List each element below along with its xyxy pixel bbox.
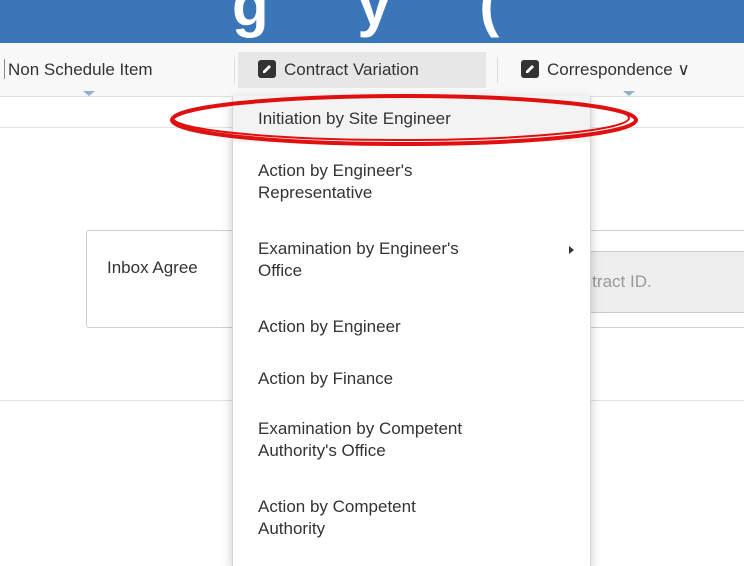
menu-item-label-line: Authority's Office	[258, 441, 386, 460]
edit-icon	[258, 60, 276, 78]
menu-item-initiation-by-site-engineer[interactable]: Initiation by Site Engineer	[233, 96, 590, 142]
menu-item-examination-by-competent-authoritys-office[interactable]: Examination by Competent Authority's Off…	[233, 418, 590, 462]
menu-item-label: Action by Engineer	[258, 317, 401, 336]
nav-caret-marker	[83, 91, 95, 96]
nav-divider-mark	[4, 59, 5, 79]
menu-item-label-line: Examination by Engineer's	[258, 239, 459, 258]
edit-icon	[521, 60, 539, 78]
nav-item-label: Contract Variation	[284, 60, 419, 79]
nav-item-label: Non Schedule Item	[8, 60, 153, 79]
inbox-agreement-label: Inbox Agree	[107, 258, 198, 277]
nav-separator	[497, 57, 498, 83]
menu-item-label-line: Action by Competent	[258, 497, 416, 516]
menu-item-label-line: Authority	[258, 519, 326, 538]
nav-item-correspondence[interactable]: Correspondence ∨	[521, 52, 690, 88]
menu-item-action-by-engineer[interactable]: Action by Engineer	[233, 316, 590, 338]
menu-item-action-by-finance[interactable]: Action by Finance	[233, 368, 590, 390]
menu-item-label: Initiation by Site Engineer	[258, 109, 451, 128]
banner-title-fragment: g y (	[232, 0, 536, 38]
menu-item-label-line: Examination by Competent	[258, 419, 463, 438]
menu-item-label-line: Action by Engineer's	[258, 161, 413, 180]
menu-item-label: Action by Finance	[258, 369, 394, 388]
menu-item-examination-by-engineers-office[interactable]: Examination by Engineer's Office	[233, 238, 590, 282]
nav-caret-marker	[623, 91, 635, 96]
app-header-banner: g y (	[0, 0, 744, 43]
nav-item-non-schedule-item[interactable]: Non Schedule Item	[4, 52, 153, 88]
nav-item-label: Correspondence ∨	[547, 60, 690, 79]
contract-variation-dropdown: Initiation by Site Engineer Action by En…	[232, 96, 591, 566]
menu-item-label-line: Representative	[258, 183, 373, 202]
submenu-arrow-icon	[569, 246, 574, 254]
nav-separator	[234, 57, 235, 83]
menu-item-action-by-competent-authority[interactable]: Action by Competent Authority	[233, 496, 590, 540]
nav-item-contract-variation[interactable]: Contract Variation	[238, 52, 486, 88]
menu-item-action-by-engineers-representative[interactable]: Action by Engineer's Representative	[233, 160, 590, 204]
menu-item-label-line: Office	[258, 261, 303, 280]
